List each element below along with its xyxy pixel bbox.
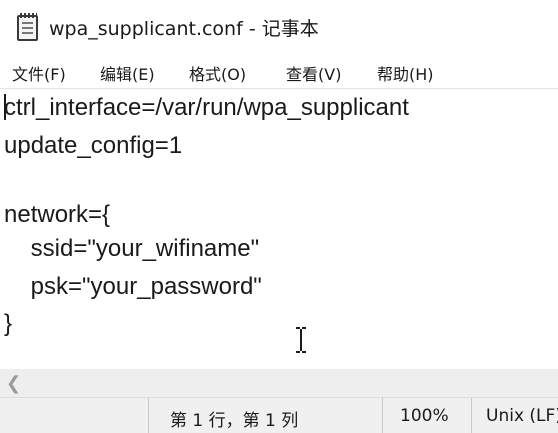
editor-line-4: network={ [4, 201, 111, 228]
editor-line-2: update_config=1 [4, 132, 183, 159]
editor-line-7: } [4, 310, 13, 337]
i-beam-cursor-icon [296, 327, 306, 353]
editor-line-1: ctrl_interface=/var/run/wpa_supplicant [4, 94, 409, 121]
menu-view[interactable]: 查看(V) [286, 61, 341, 85]
menu-bar: 文件(F) 编辑(E) 格式(O) 查看(V) 帮助(H) [0, 56, 558, 89]
title-bar[interactable]: wpa_supplicant.conf - 记事本 [0, 0, 558, 56]
text-editor[interactable] [0, 89, 558, 369]
status-position: 第 1 行，第 1 列 [170, 411, 299, 431]
editor-line-5: ssid="your_wifiname" [4, 235, 260, 262]
status-line-ending: Unix (LF) [486, 406, 558, 426]
horizontal-scrollbar[interactable]: ❮ [0, 369, 558, 397]
menu-edit[interactable]: 编辑(E) [100, 61, 155, 85]
menu-file[interactable]: 文件(F) [12, 61, 66, 85]
editor-line-6: psk="your_password" [4, 273, 262, 300]
status-zoom: 100% [400, 406, 449, 426]
status-bar: 第 1 行，第 1 列 100% Unix (LF) [0, 397, 558, 433]
menu-format[interactable]: 格式(O) [189, 61, 246, 85]
notepad-icon [17, 13, 38, 41]
window-title: wpa_supplicant.conf - 记事本 [49, 18, 319, 40]
menu-help[interactable]: 帮助(H) [377, 61, 434, 85]
chevron-left-icon[interactable]: ❮ [6, 373, 21, 394]
